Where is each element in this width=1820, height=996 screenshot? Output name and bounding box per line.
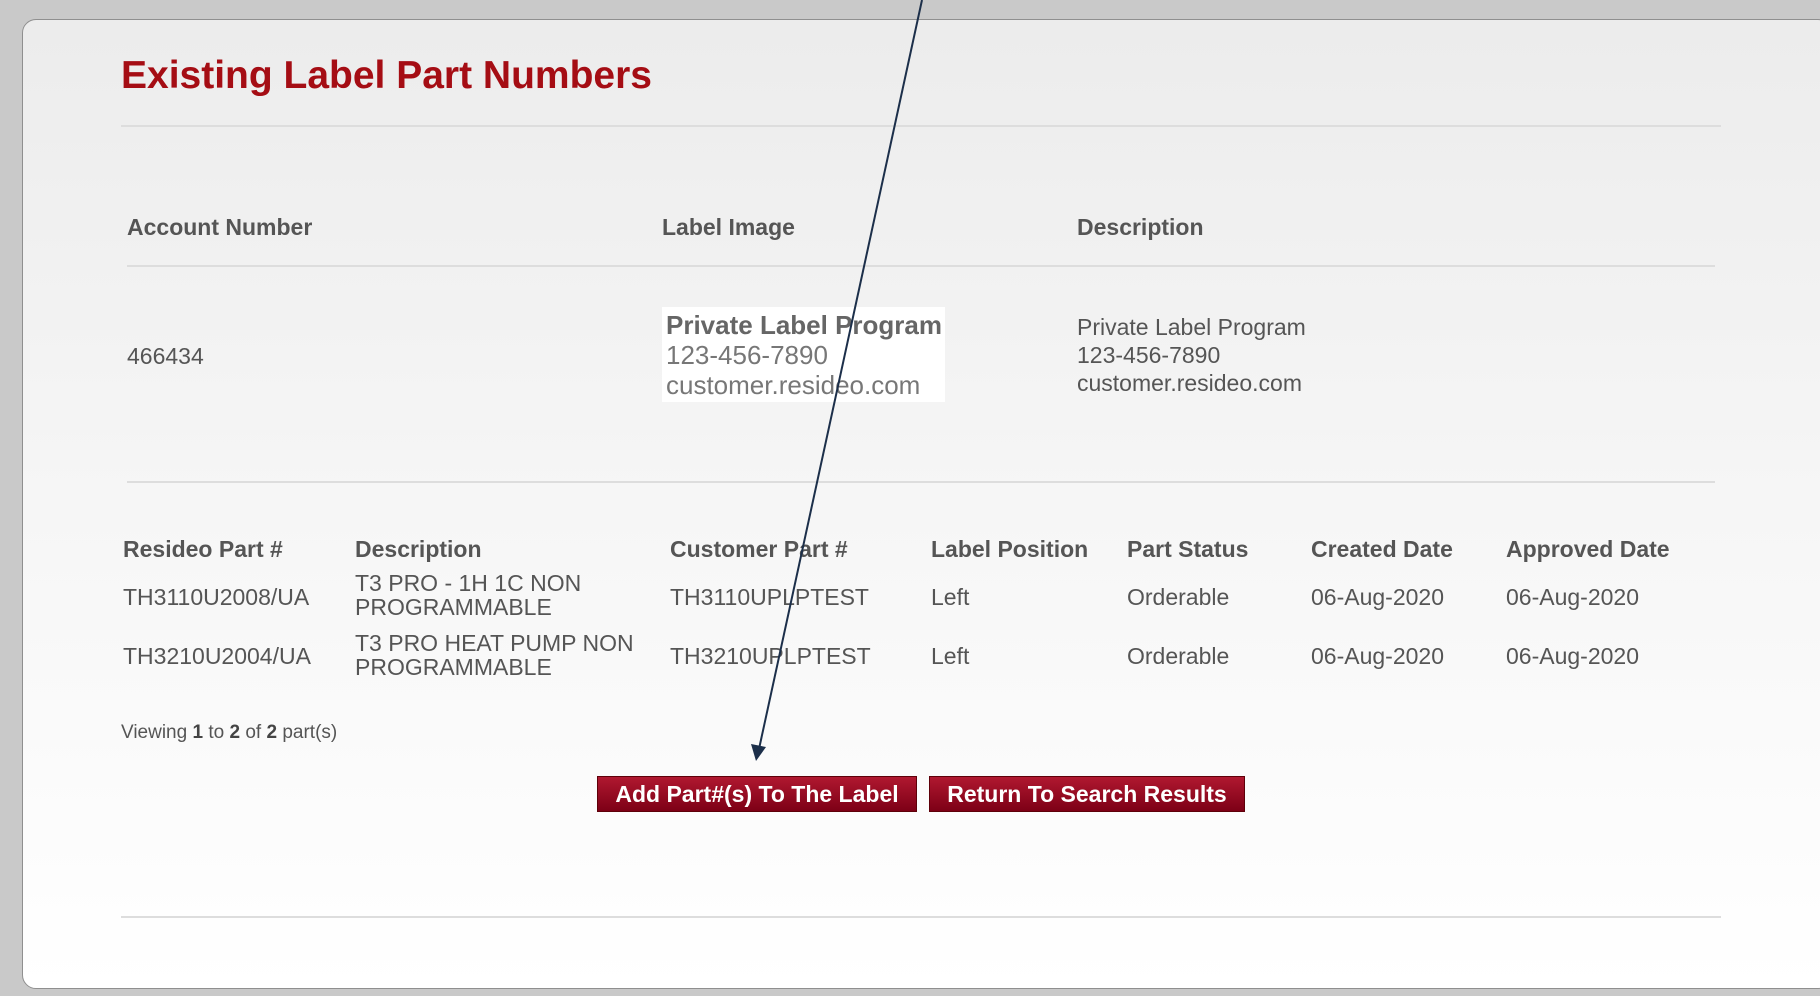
pagination-to: 2 bbox=[229, 722, 241, 743]
header-approved-date: Approved Date bbox=[1506, 536, 1670, 562]
pagination-prefix: Viewing bbox=[121, 722, 188, 743]
header-customer-part: Customer Part # bbox=[670, 536, 848, 562]
header-account-number: Account Number bbox=[127, 214, 313, 240]
label-position-cell: Left bbox=[931, 643, 970, 669]
label-description-line-3: customer.resideo.com bbox=[1077, 370, 1302, 396]
pagination-summary: Viewing 1 to 2 of 2 part(s) bbox=[121, 722, 337, 744]
header-resideo-part: Resideo Part # bbox=[123, 536, 283, 562]
label-header-divider bbox=[127, 265, 1715, 267]
header-label-position: Label Position bbox=[931, 536, 1089, 562]
part-description-cell: T3 PRO - 1H 1C NON PROGRAMMABLE bbox=[355, 570, 582, 620]
return-to-search-results-button[interactable]: Return To Search Results bbox=[929, 776, 1245, 812]
customer-part-cell: TH3110UPLPTEST bbox=[670, 584, 869, 610]
created-date-cell: 06-Aug-2020 bbox=[1311, 643, 1444, 669]
header-description: Description bbox=[1077, 214, 1204, 240]
part-status-cell: Orderable bbox=[1127, 584, 1230, 610]
customer-part-cell: TH3210UPLPTEST bbox=[670, 643, 871, 669]
label-row-divider bbox=[127, 481, 1715, 483]
label-image-preview: Private Label Program 123-456-7890 custo… bbox=[662, 307, 945, 402]
header-part-description: Description bbox=[355, 536, 482, 562]
created-date-cell: 06-Aug-2020 bbox=[1311, 584, 1444, 610]
header-label-image: Label Image bbox=[662, 214, 795, 240]
header-created-date: Created Date bbox=[1311, 536, 1453, 562]
label-image-line-1: Private Label Program bbox=[666, 310, 942, 340]
title-divider bbox=[121, 125, 1721, 127]
content-panel bbox=[22, 19, 1820, 989]
approved-date-cell: 06-Aug-2020 bbox=[1506, 584, 1639, 610]
account-number-value: 466434 bbox=[127, 343, 204, 369]
header-part-status: Part Status bbox=[1127, 536, 1249, 562]
pagination-total: 2 bbox=[266, 722, 278, 743]
approved-date-cell: 06-Aug-2020 bbox=[1506, 643, 1639, 669]
pagination-suffix: part(s) bbox=[282, 722, 338, 743]
part-status-cell: Orderable bbox=[1127, 643, 1230, 669]
label-position-cell: Left bbox=[931, 584, 970, 610]
pagination-to-word: to bbox=[208, 722, 225, 743]
pagination-from: 1 bbox=[192, 722, 204, 743]
add-parts-to-label-button[interactable]: Add Part#(s) To The Label bbox=[597, 776, 917, 812]
part-description-cell: T3 PRO HEAT PUMP NON PROGRAMMABLE bbox=[355, 630, 634, 680]
resideo-part-cell: TH3210U2004/UA bbox=[123, 643, 311, 669]
label-description-line-1: Private Label Program bbox=[1077, 314, 1306, 340]
label-image-line-2: 123-456-7890 bbox=[666, 340, 828, 370]
label-description-line-2: 123-456-7890 bbox=[1077, 342, 1221, 368]
label-image-line-3: customer.resideo.com bbox=[666, 370, 921, 400]
label-description: Private Label Program 123-456-7890 custo… bbox=[1077, 313, 1306, 397]
resideo-part-cell: TH3110U2008/UA bbox=[123, 584, 310, 610]
bottom-divider bbox=[121, 916, 1721, 918]
pagination-of-word: of bbox=[245, 722, 262, 743]
page-title: Existing Label Part Numbers bbox=[121, 54, 652, 97]
